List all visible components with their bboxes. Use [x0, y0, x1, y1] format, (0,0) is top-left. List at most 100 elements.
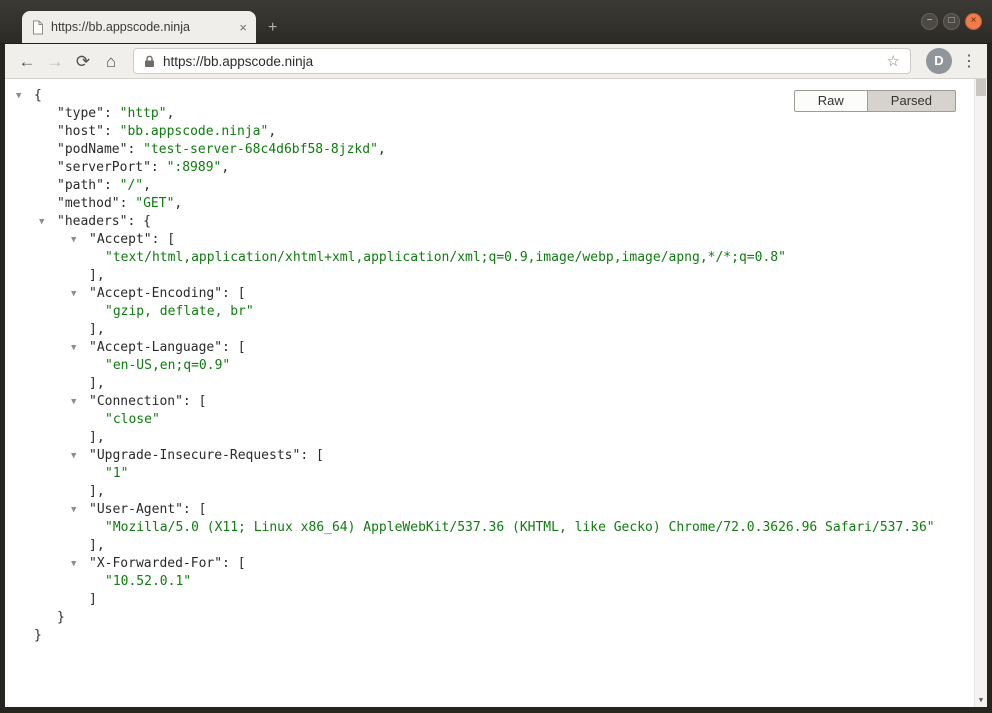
json-punct: ,	[221, 160, 230, 175]
json-key: "path":	[57, 178, 120, 193]
json-line: "1"	[5, 465, 987, 483]
json-line: ],	[5, 537, 987, 555]
json-punct: ],	[89, 484, 105, 499]
collapse-triangle-icon[interactable]: ▼	[71, 342, 85, 354]
json-string-value: ":8989"	[166, 160, 222, 175]
json-string-value: "GET"	[135, 196, 175, 211]
url-text[interactable]: https://bb.appscode.ninja	[163, 54, 887, 69]
forward-button[interactable]: →	[41, 53, 69, 70]
browser-menu-icon[interactable]: ⋮	[959, 51, 979, 71]
json-punct: }	[57, 610, 65, 625]
json-string-value: "en-US,en;q=0.9"	[105, 358, 231, 373]
page-content: Raw Parsed ▼{ "type": "http", "host": "b…	[5, 79, 987, 707]
json-key: "type":	[57, 106, 120, 121]
secure-lock-icon	[145, 55, 154, 67]
json-string-value: "close"	[105, 412, 160, 427]
json-punct: ],	[89, 322, 105, 337]
json-punct: ],	[89, 376, 105, 391]
json-line: "Mozilla/5.0 (X11; Linux x86_64) AppleWe…	[5, 519, 987, 537]
address-bar[interactable]: https://bb.appscode.ninja ☆	[133, 48, 911, 74]
home-button[interactable]: ⌂	[97, 53, 125, 70]
json-line: "serverPort": ":8989",	[5, 159, 987, 177]
collapse-triangle-icon[interactable]: ▼	[71, 234, 85, 246]
back-button[interactable]: ←	[13, 53, 41, 70]
json-punct: ,	[166, 106, 175, 121]
json-line: ],	[5, 321, 987, 339]
json-line: ▼ "X-Forwarded-For": [	[5, 555, 987, 573]
collapse-triangle-icon[interactable]: ▼	[71, 288, 85, 300]
reload-button[interactable]: ⟳	[69, 53, 97, 70]
json-punct: ],	[89, 268, 105, 283]
json-key: "host":	[57, 124, 120, 139]
profile-avatar[interactable]: D	[926, 48, 952, 74]
collapse-triangle-icon[interactable]: ▼	[39, 216, 53, 228]
json-key: "X-Forwarded-For": [	[89, 556, 246, 571]
json-punct: ]	[89, 592, 97, 607]
json-line: "text/html,application/xhtml+xml,applica…	[5, 249, 987, 267]
json-line: ▼ "Accept": [	[5, 231, 987, 249]
tab-close-icon[interactable]: ×	[239, 21, 247, 34]
json-line: "method": "GET",	[5, 195, 987, 213]
new-tab-button[interactable]: +	[268, 20, 277, 36]
json-string-value: "10.52.0.1"	[105, 574, 192, 589]
json-string-value: "1"	[105, 466, 129, 481]
json-line: ▼ "Connection": [	[5, 393, 987, 411]
json-line: ],	[5, 267, 987, 285]
json-punct: ,	[268, 124, 277, 139]
json-line: "gzip, deflate, br"	[5, 303, 987, 321]
json-key: "headers": {	[57, 214, 151, 229]
json-line: ▼ "headers": {	[5, 213, 987, 231]
json-line: ],	[5, 429, 987, 447]
browser-window: https://bb.appscode.ninja × + − □ × ← → …	[0, 0, 992, 713]
json-string-value: "test-server-68c4d6bf58-8jzkd"	[143, 142, 378, 157]
json-punct: ,	[174, 196, 183, 211]
json-key: "Accept-Encoding": [	[89, 286, 246, 301]
bookmark-star-icon[interactable]: ☆	[887, 52, 900, 70]
json-punct: {	[34, 88, 42, 103]
maximize-button[interactable]: □	[943, 13, 960, 30]
browser-toolbar: ← → ⟳ ⌂ https://bb.appscode.ninja ☆ D ⋮	[5, 44, 987, 79]
json-line: "podName": "test-server-68c4d6bf58-8jzkd…	[5, 141, 987, 159]
window-controls: − □ ×	[921, 13, 982, 30]
json-string-value: "Mozilla/5.0 (X11; Linux x86_64) AppleWe…	[105, 520, 935, 535]
json-string-value: "/"	[119, 178, 144, 193]
collapse-triangle-icon[interactable]: ▼	[16, 90, 30, 102]
json-string-value: "text/html,application/xhtml+xml,applica…	[105, 250, 786, 265]
json-string-value: "http"	[119, 106, 167, 121]
json-punct: ],	[89, 538, 105, 553]
json-line: "10.52.0.1"	[5, 573, 987, 591]
json-line: ▼{	[5, 87, 987, 105]
json-string-value: "bb.appscode.ninja"	[119, 124, 269, 139]
scroll-down-arrow-icon[interactable]: ▼	[975, 693, 987, 707]
json-line: ],	[5, 375, 987, 393]
json-punct: ],	[89, 430, 105, 445]
json-line: "host": "bb.appscode.ninja",	[5, 123, 987, 141]
json-line: "path": "/",	[5, 177, 987, 195]
json-line: }	[5, 609, 987, 627]
json-line: "type": "http",	[5, 105, 987, 123]
json-key: "User-Agent": [	[89, 502, 207, 517]
minimize-button[interactable]: −	[921, 13, 938, 30]
page-favicon-icon	[33, 20, 43, 34]
json-punct: }	[34, 628, 42, 643]
json-line: ▼ "User-Agent": [	[5, 501, 987, 519]
title-bar: https://bb.appscode.ninja × + − □ ×	[0, 0, 992, 44]
json-line: "close"	[5, 411, 987, 429]
scrollbar[interactable]: ▼	[974, 79, 987, 707]
collapse-triangle-icon[interactable]: ▼	[71, 504, 85, 516]
collapse-triangle-icon[interactable]: ▼	[71, 396, 85, 408]
collapse-triangle-icon[interactable]: ▼	[71, 450, 85, 462]
collapse-triangle-icon[interactable]: ▼	[71, 558, 85, 570]
json-line: ▼ "Accept-Encoding": [	[5, 285, 987, 303]
json-key: "Connection": [	[89, 394, 207, 409]
json-key: "podName":	[57, 142, 144, 157]
tab-title: https://bb.appscode.ninja	[51, 20, 190, 34]
json-line: ]	[5, 591, 987, 609]
json-key: "Accept": [	[89, 232, 176, 247]
json-key: "Accept-Language": [	[89, 340, 246, 355]
json-line: ▼ "Accept-Language": [	[5, 339, 987, 357]
json-key: "serverPort":	[57, 160, 167, 175]
scrollbar-thumb[interactable]	[976, 79, 986, 96]
browser-tab[interactable]: https://bb.appscode.ninja ×	[22, 11, 256, 43]
close-button[interactable]: ×	[965, 13, 982, 30]
